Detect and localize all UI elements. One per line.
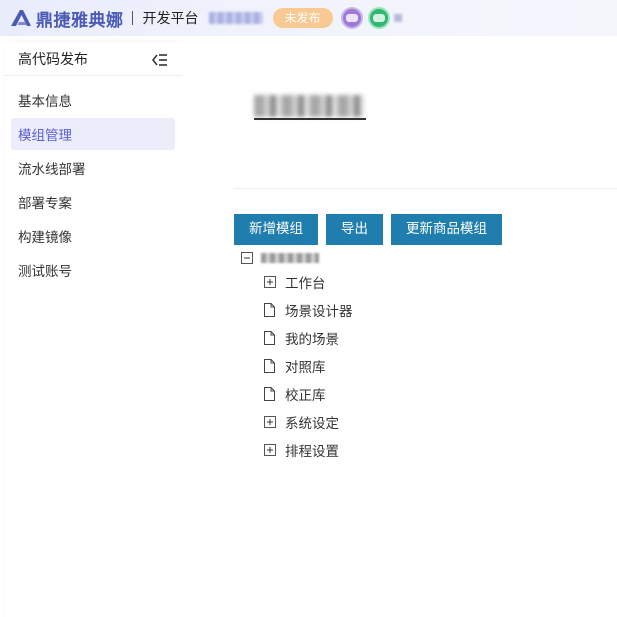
tree-node[interactable]: 对照库: [240, 352, 353, 380]
sidebar-item-build-image[interactable]: 构建镜像: [11, 220, 175, 252]
page-title-underline: [254, 118, 366, 120]
tree-node-label: 排程设置: [285, 444, 339, 460]
user-count-redacted: [393, 14, 402, 22]
sidebar-item-pipeline-deploy[interactable]: 流水线部署: [11, 152, 175, 184]
sidebar-item-label: 模组管理: [18, 128, 72, 144]
sidebar-title: 高代码发布: [18, 51, 88, 68]
plus-square-icon[interactable]: [263, 415, 276, 430]
status-badge: 未发布: [272, 8, 333, 28]
tree-node-label: 系统设定: [285, 416, 339, 432]
sidebar: 高代码发布 基本信息 模组管理 流水线部署 部署专案 构建镜像 测试账号: [4, 42, 182, 617]
page-title-redacted: [254, 92, 366, 120]
sidebar-item-label: 构建镜像: [18, 230, 72, 246]
export-button[interactable]: 导出: [326, 214, 383, 245]
sidebar-item-module-management[interactable]: 模组管理: [11, 118, 175, 150]
tree-node[interactable]: 校正库: [240, 380, 353, 408]
toolbar: 新增模组 导出 更新商品模组: [234, 214, 510, 245]
module-tree: 工作台 场景设计器 我的场景 对照库 校正库 系统设定 排程设置: [240, 248, 353, 464]
tree-node[interactable]: 场景设计器: [240, 296, 353, 324]
sidebar-item-label: 部署专案: [18, 196, 72, 212]
file-icon: [263, 387, 276, 402]
tree-node[interactable]: 系统设定: [240, 408, 353, 436]
header-divider: [131, 11, 133, 25]
tree-node-label: 场景设计器: [285, 304, 353, 320]
sidebar-item-deploy-project[interactable]: 部署专案: [11, 186, 175, 218]
brand-name[interactable]: 鼎捷雅典娜: [36, 6, 124, 31]
tree-node[interactable]: 排程设置: [240, 436, 353, 464]
tree-node-label: 我的场景: [285, 332, 339, 348]
platform-title: 开发平台: [142, 11, 199, 27]
user-avatar-green[interactable]: [367, 7, 390, 29]
sidebar-item-basic-info[interactable]: 基本信息: [11, 84, 175, 116]
tree-node[interactable]: 工作台: [240, 268, 353, 296]
tree-node-label: 对照库: [285, 360, 326, 376]
tree-root-label-redacted: [261, 253, 319, 263]
plus-square-icon[interactable]: [263, 443, 276, 458]
main-content: 新增模组 导出 更新商品模组 工作台 场景设计器 我的场景 对照库 校正库 系统…: [182, 42, 617, 617]
tree-node[interactable]: 我的场景: [240, 324, 353, 352]
tree-node-label: 工作台: [285, 276, 326, 292]
top-header: 鼎捷雅典娜 开发平台 未发布: [0, 0, 617, 36]
logo-icon[interactable]: [10, 9, 32, 27]
plus-square-icon[interactable]: [263, 275, 276, 290]
update-product-module-button[interactable]: 更新商品模组: [391, 214, 502, 245]
sidebar-header: 高代码发布: [4, 42, 182, 76]
file-icon: [263, 359, 276, 374]
add-module-button[interactable]: 新增模组: [234, 214, 318, 245]
tree-root[interactable]: [240, 248, 353, 268]
sidebar-menu: 基本信息 模组管理 流水线部署 部署专案 构建镜像 测试账号: [4, 76, 182, 286]
sidebar-item-label: 测试账号: [18, 264, 72, 280]
sidebar-item-test-account[interactable]: 测试账号: [11, 254, 175, 286]
tree-node-label: 校正库: [285, 388, 326, 404]
sidebar-item-label: 流水线部署: [18, 162, 86, 178]
minus-square-icon[interactable]: [240, 251, 253, 266]
user-avatar-purple[interactable]: [340, 7, 363, 29]
file-icon: [263, 331, 276, 346]
menu-fold-icon[interactable]: [151, 52, 168, 66]
file-icon: [263, 303, 276, 318]
app-name-redacted: [208, 12, 263, 24]
section-divider: [234, 188, 617, 189]
sidebar-item-label: 基本信息: [18, 94, 72, 110]
